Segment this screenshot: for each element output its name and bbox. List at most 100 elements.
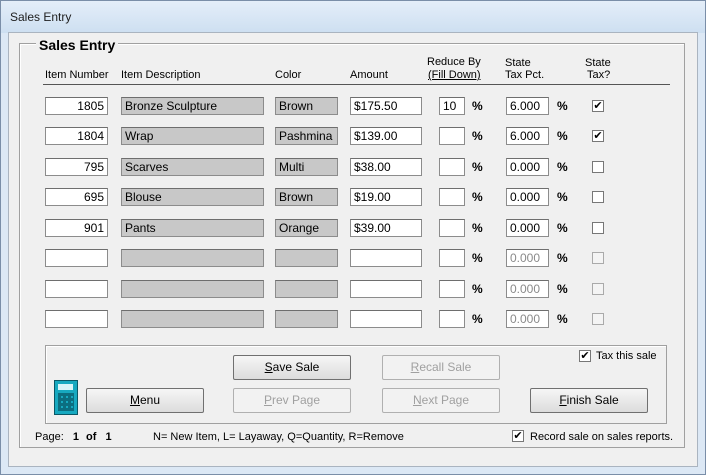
page-of: of: [86, 431, 97, 443]
save-sale-label: Save Sale: [264, 360, 320, 374]
item-description-field: Pants: [121, 219, 264, 237]
page-current: 1: [72, 431, 79, 443]
reduce-pct-symbol: %: [472, 190, 483, 204]
next-page-label: Next Page: [412, 393, 470, 407]
color-field: [275, 249, 338, 267]
recall-sale-button[interactable]: Recall Sale: [382, 355, 500, 380]
amount-field[interactable]: $175.50: [350, 97, 422, 115]
state-tax-pct-field[interactable]: 6.000: [506, 97, 549, 115]
check-icon: ✔: [513, 430, 523, 442]
amount-field[interactable]: [350, 310, 422, 328]
amount-field[interactable]: [350, 249, 422, 267]
state-tax-checkbox[interactable]: ✔: [592, 100, 604, 112]
item-number-field[interactable]: 795: [45, 158, 108, 176]
header-item-number: Item Number: [45, 69, 109, 81]
reduce-by-field[interactable]: [439, 188, 465, 206]
item-number-field[interactable]: 695: [45, 188, 108, 206]
reduce-by-field[interactable]: 10: [439, 97, 465, 115]
reduce-by-field[interactable]: [439, 310, 465, 328]
prev-page-button[interactable]: Prev Page: [233, 388, 351, 413]
tax-pct-symbol: %: [557, 99, 568, 113]
state-tax-pct-field[interactable]: 0.000: [506, 249, 549, 267]
amount-field[interactable]: $38.00: [350, 158, 422, 176]
item-description-field: [121, 280, 264, 298]
reduce-pct-symbol: %: [472, 99, 483, 113]
state-tax-checkbox[interactable]: [592, 252, 604, 264]
item-number-field[interactable]: [45, 310, 108, 328]
state-tax-pct-field[interactable]: 6.000: [506, 127, 549, 145]
fill-down-link[interactable]: (Fill Down): [428, 69, 481, 81]
state-tax-checkbox[interactable]: [592, 313, 604, 325]
reduce-pct-symbol: %: [472, 221, 483, 235]
state-tax-pct-field[interactable]: 0.000: [506, 310, 549, 328]
finish-sale-label: Finish Sale: [559, 393, 619, 407]
reduce-by-field[interactable]: [439, 158, 465, 176]
state-tax-pct-field[interactable]: 0.000: [506, 280, 549, 298]
recall-sale-label: Recall Sale: [410, 360, 472, 374]
state-tax-checkbox[interactable]: [592, 222, 604, 234]
record-sale-checkbox[interactable]: ✔: [512, 430, 524, 442]
item-number-field[interactable]: 1805: [45, 97, 108, 115]
item-description-field: Wrap: [121, 127, 264, 145]
amount-field[interactable]: $39.00: [350, 219, 422, 237]
group-legend: Sales Entry: [36, 37, 119, 53]
color-field: Brown: [275, 188, 338, 206]
state-tax-pct-field[interactable]: 0.000: [506, 158, 549, 176]
amount-field[interactable]: [350, 280, 422, 298]
color-field: Orange: [275, 219, 338, 237]
header-color: Color: [275, 69, 302, 81]
menu-button[interactable]: Menu: [86, 388, 204, 413]
state-tax-checkbox[interactable]: ✔: [592, 130, 604, 142]
item-number-field[interactable]: [45, 249, 108, 267]
amount-field[interactable]: $139.00: [350, 127, 422, 145]
item-description-field: Bronze Sculpture: [121, 97, 264, 115]
reduce-pct-symbol: %: [472, 129, 483, 143]
tax-pct-symbol: %: [557, 129, 568, 143]
next-page-button[interactable]: Next Page: [382, 388, 500, 413]
tax-pct-symbol: %: [557, 251, 568, 265]
header-amount: Amount: [350, 69, 388, 81]
reduce-by-field[interactable]: [439, 249, 465, 267]
tax-pct-symbol: %: [557, 282, 568, 296]
reduce-pct-symbol: %: [472, 312, 483, 326]
reduce-pct-symbol: %: [472, 282, 483, 296]
tax-this-sale-checkbox[interactable]: ✔: [579, 350, 591, 362]
item-number-field[interactable]: 1804: [45, 127, 108, 145]
header-state-tax-pct-line1: State: [505, 57, 531, 69]
header-state-tax-pct-line2: Tax Pct.: [505, 69, 545, 81]
tax-pct-symbol: %: [557, 221, 568, 235]
item-description-field: Blouse: [121, 188, 264, 206]
finish-sale-button[interactable]: Finish Sale: [530, 388, 648, 413]
page-label: Page:: [35, 431, 64, 443]
reduce-by-field[interactable]: [439, 127, 465, 145]
check-icon: ✔: [593, 130, 603, 142]
page-indicator: Page: 1 of 1: [35, 431, 112, 443]
item-description-field: [121, 249, 264, 267]
color-field: [275, 280, 338, 298]
key-legend: N= New Item, L= Layaway, Q=Quantity, R=R…: [153, 431, 404, 443]
reduce-by-field[interactable]: [439, 219, 465, 237]
save-sale-button[interactable]: Save Sale: [233, 355, 351, 380]
check-icon: ✔: [593, 100, 603, 112]
item-number-field[interactable]: [45, 280, 108, 298]
header-item-description: Item Description: [121, 69, 201, 81]
window-title: Sales Entry: [10, 10, 72, 24]
reduce-by-field[interactable]: [439, 280, 465, 298]
prev-page-label: Prev Page: [263, 393, 321, 407]
header-divider: [43, 84, 670, 85]
state-tax-checkbox[interactable]: [592, 161, 604, 173]
header-state-tax-line2: Tax?: [587, 69, 611, 81]
state-tax-pct-field[interactable]: 0.000: [506, 188, 549, 206]
page-total: 1: [105, 431, 112, 443]
item-number-field[interactable]: 901: [45, 219, 108, 237]
amount-field[interactable]: $19.00: [350, 188, 422, 206]
title-bar[interactable]: Sales Entry: [1, 1, 705, 33]
color-field: Pashmina: [275, 127, 338, 145]
calculator-icon[interactable]: [54, 380, 78, 415]
tax-pct-symbol: %: [557, 190, 568, 204]
state-tax-pct-field[interactable]: 0.000: [506, 219, 549, 237]
state-tax-checkbox[interactable]: [592, 283, 604, 295]
header-reduce-by: Reduce By: [427, 56, 481, 68]
state-tax-checkbox[interactable]: [592, 191, 604, 203]
header-state-tax-line1: State: [585, 57, 611, 69]
